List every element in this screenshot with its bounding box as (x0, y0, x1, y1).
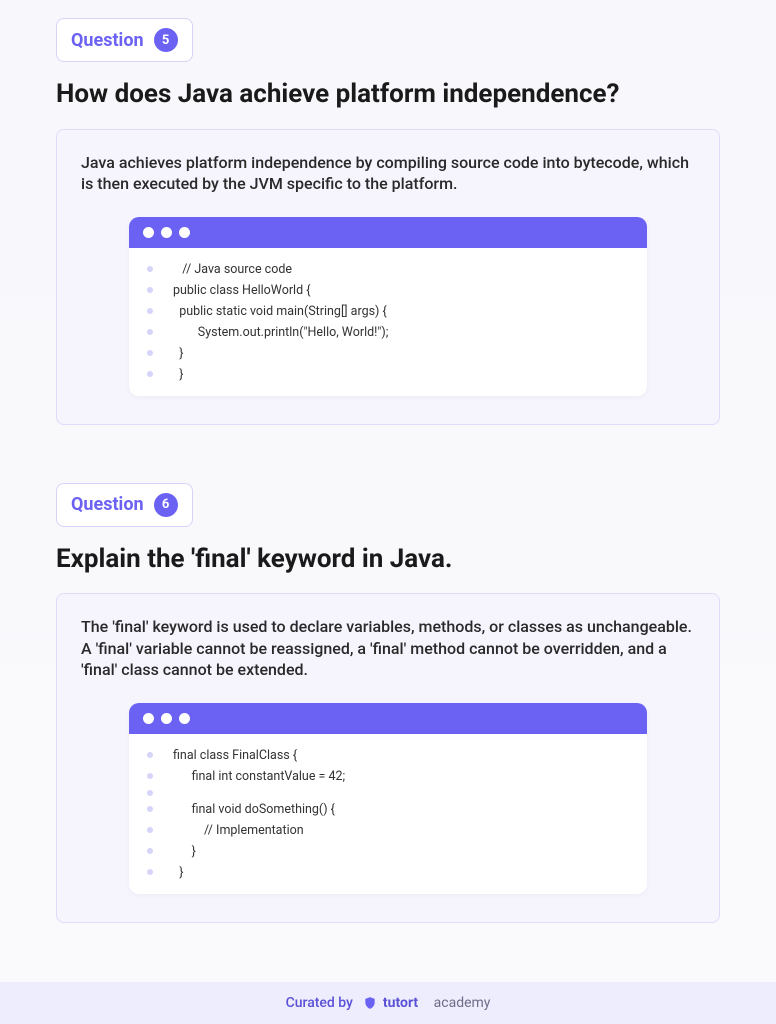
code-line: // Implementation (141, 823, 631, 838)
question-title: Explain the 'final' keyword in Java. (56, 543, 720, 576)
bullet-icon (147, 266, 153, 272)
code-line: final void doSomething() { (141, 802, 631, 817)
window-dot-icon (143, 713, 154, 724)
code-line: final class FinalClass { (141, 748, 631, 763)
code-text: // Implementation (173, 823, 304, 838)
shield-icon (363, 995, 377, 1011)
bullet-icon (147, 848, 153, 854)
code-line (141, 790, 631, 796)
code-text: final class FinalClass { (173, 748, 297, 763)
answer-panel: The 'final' keyword is used to declare v… (56, 593, 720, 923)
bullet-icon (147, 806, 153, 812)
code-line: } (141, 367, 631, 382)
code-titlebar (129, 703, 647, 734)
code-line: } (141, 844, 631, 859)
code-text: } (173, 346, 183, 361)
answer-panel: Java achieves platform independence by c… (56, 129, 720, 425)
code-text: public class HelloWorld { (173, 283, 310, 298)
question-block: Question 6 Explain the 'final' keyword i… (56, 483, 720, 923)
answer-text: Java achieves platform independence by c… (81, 152, 695, 195)
bullet-icon (147, 371, 153, 377)
bullet-icon (147, 350, 153, 356)
code-text: } (173, 367, 183, 382)
question-badge: Question 6 (56, 483, 193, 527)
bullet-icon (147, 308, 153, 314)
code-window: // Java source code public class HelloWo… (129, 217, 647, 396)
code-text: // Java source code (173, 262, 292, 277)
window-dot-icon (179, 713, 190, 724)
window-dot-icon (179, 227, 190, 238)
code-line: System.out.println("Hello, World!"); (141, 325, 631, 340)
code-titlebar (129, 217, 647, 248)
code-text: } (173, 865, 183, 880)
bullet-icon (147, 827, 153, 833)
question-label: Question (71, 494, 144, 515)
answer-text: The 'final' keyword is used to declare v… (81, 616, 695, 681)
code-text: final int constantValue = 42; (173, 769, 345, 784)
code-body: final class FinalClass { final int const… (129, 734, 647, 894)
footer: Curated by tutort academy (0, 982, 776, 1024)
code-line: public class HelloWorld { (141, 283, 631, 298)
code-text: public static void main(String[] args) { (173, 304, 387, 319)
code-line: // Java source code (141, 262, 631, 277)
question-number: 5 (154, 28, 178, 52)
bullet-icon (147, 773, 153, 779)
question-block: Question 5 How does Java achieve platfor… (56, 18, 720, 425)
brand-name-bold: tutort (383, 995, 418, 1011)
code-text: System.out.println("Hello, World!"); (173, 325, 388, 340)
code-text: final void doSomething() { (173, 802, 335, 817)
bullet-icon (147, 329, 153, 335)
bullet-icon (147, 790, 153, 796)
question-number: 6 (154, 493, 178, 517)
question-badge: Question 5 (56, 18, 193, 62)
code-text: } (173, 844, 196, 859)
code-line: public static void main(String[] args) { (141, 304, 631, 319)
code-body: // Java source code public class HelloWo… (129, 248, 647, 396)
bullet-icon (147, 287, 153, 293)
footer-curated-label: Curated by (286, 995, 353, 1011)
bullet-icon (147, 752, 153, 758)
code-line: } (141, 865, 631, 880)
code-line: } (141, 346, 631, 361)
footer-brand: tutort academy (363, 995, 491, 1011)
window-dot-icon (161, 713, 172, 724)
window-dot-icon (161, 227, 172, 238)
code-window: final class FinalClass { final int const… (129, 703, 647, 894)
code-line: final int constantValue = 42; (141, 769, 631, 784)
question-title: How does Java achieve platform independe… (56, 78, 720, 111)
window-dot-icon (143, 227, 154, 238)
bullet-icon (147, 869, 153, 875)
question-label: Question (71, 30, 144, 51)
brand-name-light: academy (434, 995, 491, 1011)
